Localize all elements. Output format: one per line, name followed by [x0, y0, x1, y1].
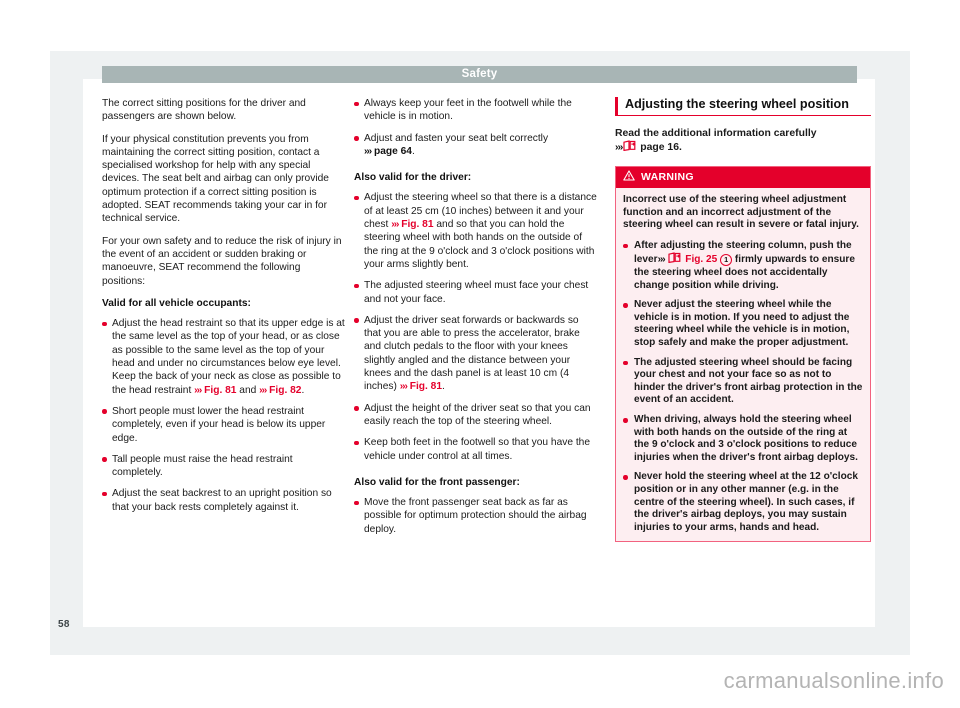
pdf-page-viewer: Safety The correct sitting positions for…	[0, 0, 960, 708]
manual-book-icon	[623, 140, 636, 152]
warning-header: WARNING	[616, 166, 870, 189]
bullet-dot-icon	[354, 101, 359, 106]
warning-callout-box: WARNING Incorrect use of the steering wh…	[615, 165, 871, 543]
running-head-banner: Safety	[102, 66, 857, 83]
section-heading-text: Adjusting the steering wheel position	[625, 97, 849, 111]
conjunction: and	[239, 384, 257, 396]
list-item-text: Short people must lower the head restrai…	[112, 405, 326, 444]
list-item-text: Always keep your feet in the footwell wh…	[364, 98, 572, 123]
warning-label: WARNING	[641, 170, 694, 183]
list-item-text: Move the front passenger seat back as fa…	[364, 497, 587, 535]
bullet-dot-icon	[102, 457, 107, 462]
bullet-dot-icon	[354, 136, 359, 141]
bullet-dot-icon	[354, 500, 359, 506]
bullet-dot-icon	[623, 418, 628, 423]
warning-lead-paragraph: Incorrect use of the steering wheel adju…	[623, 194, 859, 231]
list-item: Adjust the steering wheel so that there …	[354, 191, 597, 271]
text-column-1: The correct sitting positions for the dr…	[102, 97, 345, 522]
warning-list-item: The adjusted steering wheel should be fa…	[623, 357, 863, 407]
warning-list-item: When driving, always hold the steering w…	[623, 414, 863, 464]
warning-item-text-cont: firmly upwards to ensure the steering wh…	[634, 254, 855, 291]
paragraph: If your physical constitution prevents y…	[102, 133, 329, 225]
list-item: Adjust the driver seat forwards or backw…	[354, 314, 597, 394]
bullet-dot-icon	[354, 406, 359, 411]
list-item: Adjust the seat backrest to an upright p…	[102, 487, 345, 514]
period: .	[442, 381, 445, 393]
period: .	[411, 145, 415, 157]
list-item-text: Adjust the driver seat forwards or backw…	[364, 314, 580, 393]
figure-reference[interactable]: ››› Fig. 81	[191, 385, 236, 396]
warning-list-item: Never adjust the steering wheel while th…	[623, 299, 863, 349]
bullet-dot-icon	[354, 440, 359, 446]
warning-item-text: Never adjust the steering wheel while th…	[634, 299, 850, 349]
paragraph: For your own safety and to reduce the ri…	[102, 235, 342, 287]
page-reference-text[interactable]: page 16	[640, 142, 679, 153]
list-item-text: Tall people must raise the head restrain…	[112, 453, 293, 479]
warning-triangle-icon	[623, 170, 635, 185]
bullet-dot-icon	[623, 303, 628, 308]
bullet-dot-icon	[354, 318, 359, 323]
intro-line-1: Read the additional information carefull…	[615, 128, 817, 139]
list-item-text: Adjust and fasten your seat belt correct…	[364, 132, 549, 144]
warning-list-item: Never hold the steering wheel at the 12 …	[623, 471, 863, 534]
manual-page: Safety The correct sitting positions for…	[83, 66, 875, 627]
list-item: Adjust the height of the driver seat so …	[354, 402, 597, 429]
bullet-dot-icon	[623, 243, 628, 249]
site-watermark: carmanualsonline.info	[723, 668, 944, 693]
intro-paragraph: Read the additional information carefull…	[615, 127, 871, 155]
figure-reference[interactable]: Fig. 25	[685, 254, 717, 265]
list-item: Keep both feet in the footwell so that y…	[354, 436, 597, 463]
warning-item-text: The adjusted steering wheel should be fa…	[634, 356, 863, 406]
callout-number: 1	[720, 254, 733, 267]
paragraph: The correct sitting positions for the dr…	[102, 98, 306, 123]
list-item: Short people must lower the head restrai…	[102, 405, 345, 445]
warning-list-item: After adjusting the steering column, pus…	[623, 240, 863, 292]
bullet-dot-icon	[623, 475, 628, 480]
page-number: 58	[58, 619, 70, 630]
list-item: Adjust and fasten your seat belt correct…	[354, 132, 597, 159]
figure-reference[interactable]: ››› Fig. 81	[391, 219, 433, 230]
bullet-dot-icon	[623, 360, 628, 366]
list-item: Always keep your feet in the footwell wh…	[354, 97, 597, 124]
bullet-dot-icon	[354, 283, 359, 289]
figure-reference[interactable]: ››› Fig. 81	[400, 381, 442, 392]
list-item-text: Adjust the height of the driver seat so …	[364, 402, 591, 427]
warning-item-text: Never hold the steering wheel at the 12 …	[634, 471, 858, 533]
warning-body: Incorrect use of the steering wheel adju…	[616, 188, 870, 541]
bullet-dot-icon	[102, 409, 107, 414]
list-item-text: Keep both feet in the footwell so that y…	[364, 437, 590, 462]
manual-book-icon	[668, 252, 682, 264]
list-item: The adjusted steering wheel must face yo…	[354, 279, 597, 306]
page-reference[interactable]: ››› page 64	[364, 146, 412, 157]
text-column-2: Always keep your feet in the footwell wh…	[354, 97, 597, 544]
section-heading: Adjusting the steering wheel position	[615, 97, 871, 116]
subheading-valid-front-passenger: Also valid for the front passenger:	[354, 476, 520, 488]
running-head-title: Safety	[461, 68, 498, 80]
bullet-dot-icon	[102, 491, 107, 497]
list-item: Adjust the head restraint so that its up…	[102, 317, 345, 397]
list-item-text: The adjusted steering wheel must face yo…	[364, 280, 589, 305]
reference-arrows-icon: ›››	[615, 142, 623, 154]
list-item: Tall people must raise the head restrain…	[102, 453, 345, 480]
figure-reference[interactable]: ››› Fig. 82	[259, 385, 301, 396]
period: .	[678, 142, 682, 154]
period: .	[301, 384, 305, 396]
list-item-text: Adjust the seat backrest to an upright p…	[112, 488, 332, 513]
text-column-3: Adjusting the steering wheel position Re…	[615, 97, 871, 543]
list-item: Move the front passenger seat back as fa…	[354, 496, 597, 536]
bullet-dot-icon	[102, 321, 107, 327]
bullet-dot-icon	[354, 195, 359, 201]
warning-item-text: When driving, always hold the steering w…	[634, 414, 858, 463]
reference-arrows-icon: ›››	[657, 254, 666, 266]
subheading-valid-driver: Also valid for the driver:	[354, 172, 472, 184]
subheading-valid-all-occupants: Valid for all vehicle occupants:	[102, 297, 251, 309]
